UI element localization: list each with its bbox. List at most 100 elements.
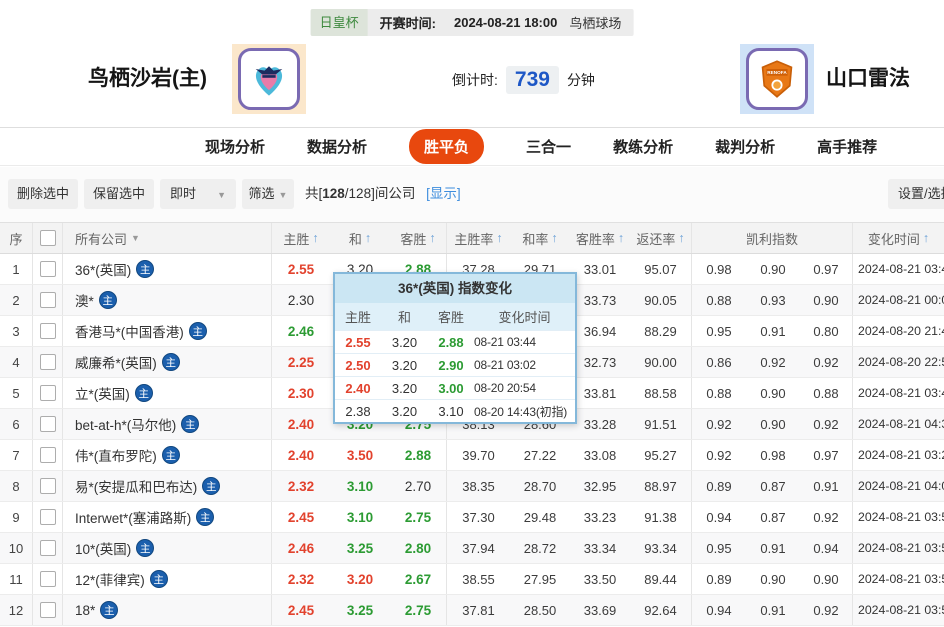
- row-seq: 2: [0, 285, 33, 315]
- column-away-rate[interactable]: 客胜率 ↑: [570, 223, 630, 253]
- odds-away-cell[interactable]: 2.75: [390, 502, 447, 532]
- row-checkbox[interactable]: [39, 447, 56, 463]
- odds-draw-cell[interactable]: 3.25: [330, 595, 390, 625]
- odds-home-cell[interactable]: 2.45: [272, 502, 330, 532]
- select-all-checkbox[interactable]: [39, 230, 56, 246]
- company-name: 36*(英国): [75, 263, 132, 278]
- odds-draw-cell[interactable]: 3.20: [330, 564, 390, 594]
- popup-change-time: 08-20 20:54: [474, 381, 536, 395]
- popup-draw-odds: 3.20: [391, 334, 418, 350]
- odds-home-cell[interactable]: 2.45: [272, 595, 330, 625]
- row-checkbox[interactable]: [39, 571, 56, 587]
- company-cell[interactable]: 12*(菲律宾) 主: [63, 564, 272, 594]
- odds-home-cell[interactable]: 2.30: [272, 378, 330, 408]
- odds-home-cell[interactable]: 2.32: [272, 471, 330, 501]
- tab-win-draw-lose[interactable]: 胜平负: [409, 129, 485, 164]
- match-info-bar: 日皇杯 开赛时间: 2024-08-21 18:00 鸟栖球场: [310, 9, 634, 36]
- tab-expert-picks[interactable]: 高手推荐: [817, 136, 877, 157]
- return-rate-cell: 89.44: [630, 564, 692, 594]
- company-cell[interactable]: Interwet*(塞浦路斯) 主: [63, 502, 272, 532]
- row-checkbox[interactable]: [39, 540, 56, 556]
- home-badge-icon: 主: [134, 384, 153, 402]
- odds-home-cell[interactable]: 2.46: [272, 316, 330, 346]
- company-cell[interactable]: 香港马*(中国香港) 主: [63, 316, 272, 346]
- company-name: 伟*(直布罗陀): [75, 449, 157, 464]
- company-cell[interactable]: bet-at-h*(马尔他) 主: [63, 409, 272, 439]
- row-checkbox[interactable]: [39, 478, 56, 494]
- home-badge-icon: 主: [181, 415, 200, 433]
- popup-history-row: 2.50 3.20 2.90 08-21 03:02: [335, 353, 575, 376]
- odds-away-cell[interactable]: 2.70: [390, 471, 447, 501]
- tab-live-analysis[interactable]: 现场分析: [205, 136, 265, 157]
- row-checkbox[interactable]: [39, 261, 56, 277]
- column-draw[interactable]: 和 ↑: [330, 223, 390, 253]
- column-away-win[interactable]: 客胜 ↑: [390, 223, 447, 253]
- odds-draw-cell[interactable]: 3.10: [330, 502, 390, 532]
- company-name: 澳*: [75, 294, 94, 309]
- odds-home-cell[interactable]: 2.25: [272, 347, 330, 377]
- home-rate-cell: 37.30: [462, 509, 495, 525]
- change-time-cell: 2024-08-21 03:53: [858, 603, 944, 617]
- show-link[interactable]: [显示]: [426, 186, 461, 201]
- odds-draw-cell[interactable]: 3.25: [330, 533, 390, 563]
- company-cell[interactable]: 10*(英国) 主: [63, 533, 272, 563]
- sort-up-icon: ↑: [496, 231, 503, 245]
- odds-away-cell[interactable]: 2.80: [390, 533, 447, 563]
- column-home-rate[interactable]: 主胜率 ↑: [447, 223, 510, 253]
- odds-home-cell[interactable]: 2.40: [272, 440, 330, 470]
- company-cell[interactable]: 威廉希*(英国) 主: [63, 347, 272, 377]
- keep-selected-button[interactable]: 保留选中: [84, 179, 154, 209]
- home-badge-icon: 主: [100, 601, 119, 619]
- company-cell[interactable]: 伟*(直布罗陀) 主: [63, 440, 272, 470]
- row-seq: 6: [0, 409, 33, 439]
- odds-away-cell[interactable]: 2.75: [390, 595, 447, 625]
- company-cell[interactable]: 36*(英国) 主: [63, 254, 272, 284]
- table-row: 8 易*(安提瓜和巴布达) 主 2.32 3.10 2.70 38.35 28.70 32.95…: [0, 471, 944, 502]
- odds-away-cell[interactable]: 2.88: [390, 440, 447, 470]
- odds-away-cell[interactable]: 2.67: [390, 564, 447, 594]
- odds-home-cell[interactable]: 2.46: [272, 533, 330, 563]
- odds-home-cell[interactable]: 2.40: [272, 409, 330, 439]
- tab-data-analysis[interactable]: 数据分析: [307, 136, 367, 157]
- row-checkbox[interactable]: [39, 509, 56, 525]
- row-checkbox[interactable]: [39, 292, 56, 308]
- odds-draw-cell[interactable]: 3.50: [330, 440, 390, 470]
- column-company[interactable]: 所有公司 ▼: [63, 223, 272, 253]
- row-checkbox[interactable]: [39, 416, 56, 432]
- odds-home-cell[interactable]: 2.55: [272, 254, 330, 284]
- home-badge-icon: 主: [161, 353, 180, 371]
- kelly-draw-cell: 0.90: [760, 261, 786, 277]
- settings-select-button[interactable]: 设置/选择: [888, 179, 944, 209]
- away-rate-cell: 33.69: [583, 602, 617, 618]
- company-cell[interactable]: 立*(英国) 主: [63, 378, 272, 408]
- countdown-unit: 分钟: [566, 72, 595, 88]
- row-checkbox[interactable]: [39, 385, 56, 401]
- odds-draw-cell[interactable]: 3.10: [330, 471, 390, 501]
- company-cell[interactable]: 18* 主: [63, 595, 272, 625]
- row-checkbox[interactable]: [39, 602, 56, 618]
- kelly-away-cell: 0.92: [800, 595, 853, 625]
- company-cell[interactable]: 澳* 主: [63, 285, 272, 315]
- delete-selected-button[interactable]: 删除选中: [8, 179, 78, 209]
- tab-referee-analysis[interactable]: 裁判分析: [715, 136, 775, 157]
- row-seq: 3: [0, 316, 33, 346]
- change-time-cell: 2024-08-21 04:05: [858, 479, 944, 493]
- odds-home-cell[interactable]: 2.32: [272, 564, 330, 594]
- column-home-win[interactable]: 主胜 ↑: [272, 223, 330, 253]
- row-checkbox[interactable]: [39, 354, 56, 370]
- column-change-time[interactable]: 变化时间 ↑: [853, 223, 944, 253]
- column-return-rate[interactable]: 返还率 ↑: [630, 223, 692, 253]
- company-cell[interactable]: 易*(安提瓜和巴布达) 主: [63, 471, 272, 501]
- kelly-away-cell: 0.88: [800, 378, 853, 408]
- filter-dropdown[interactable]: 筛选 ▼: [242, 179, 294, 209]
- tab-coach-analysis[interactable]: 教练分析: [613, 136, 673, 157]
- column-draw-rate[interactable]: 和率 ↑: [510, 223, 570, 253]
- return-rate-cell: 95.27: [630, 440, 692, 470]
- tab-three-in-one[interactable]: 三合一: [526, 136, 571, 157]
- popup-home-odds: 2.38: [345, 403, 371, 419]
- live-odds-dropdown[interactable]: ▼ 即时: [160, 179, 236, 209]
- row-seq: 10: [0, 533, 33, 563]
- odds-home-cell[interactable]: 2.30: [272, 285, 330, 315]
- company-name: 威廉希*(英国): [75, 356, 157, 371]
- row-checkbox[interactable]: [39, 323, 56, 339]
